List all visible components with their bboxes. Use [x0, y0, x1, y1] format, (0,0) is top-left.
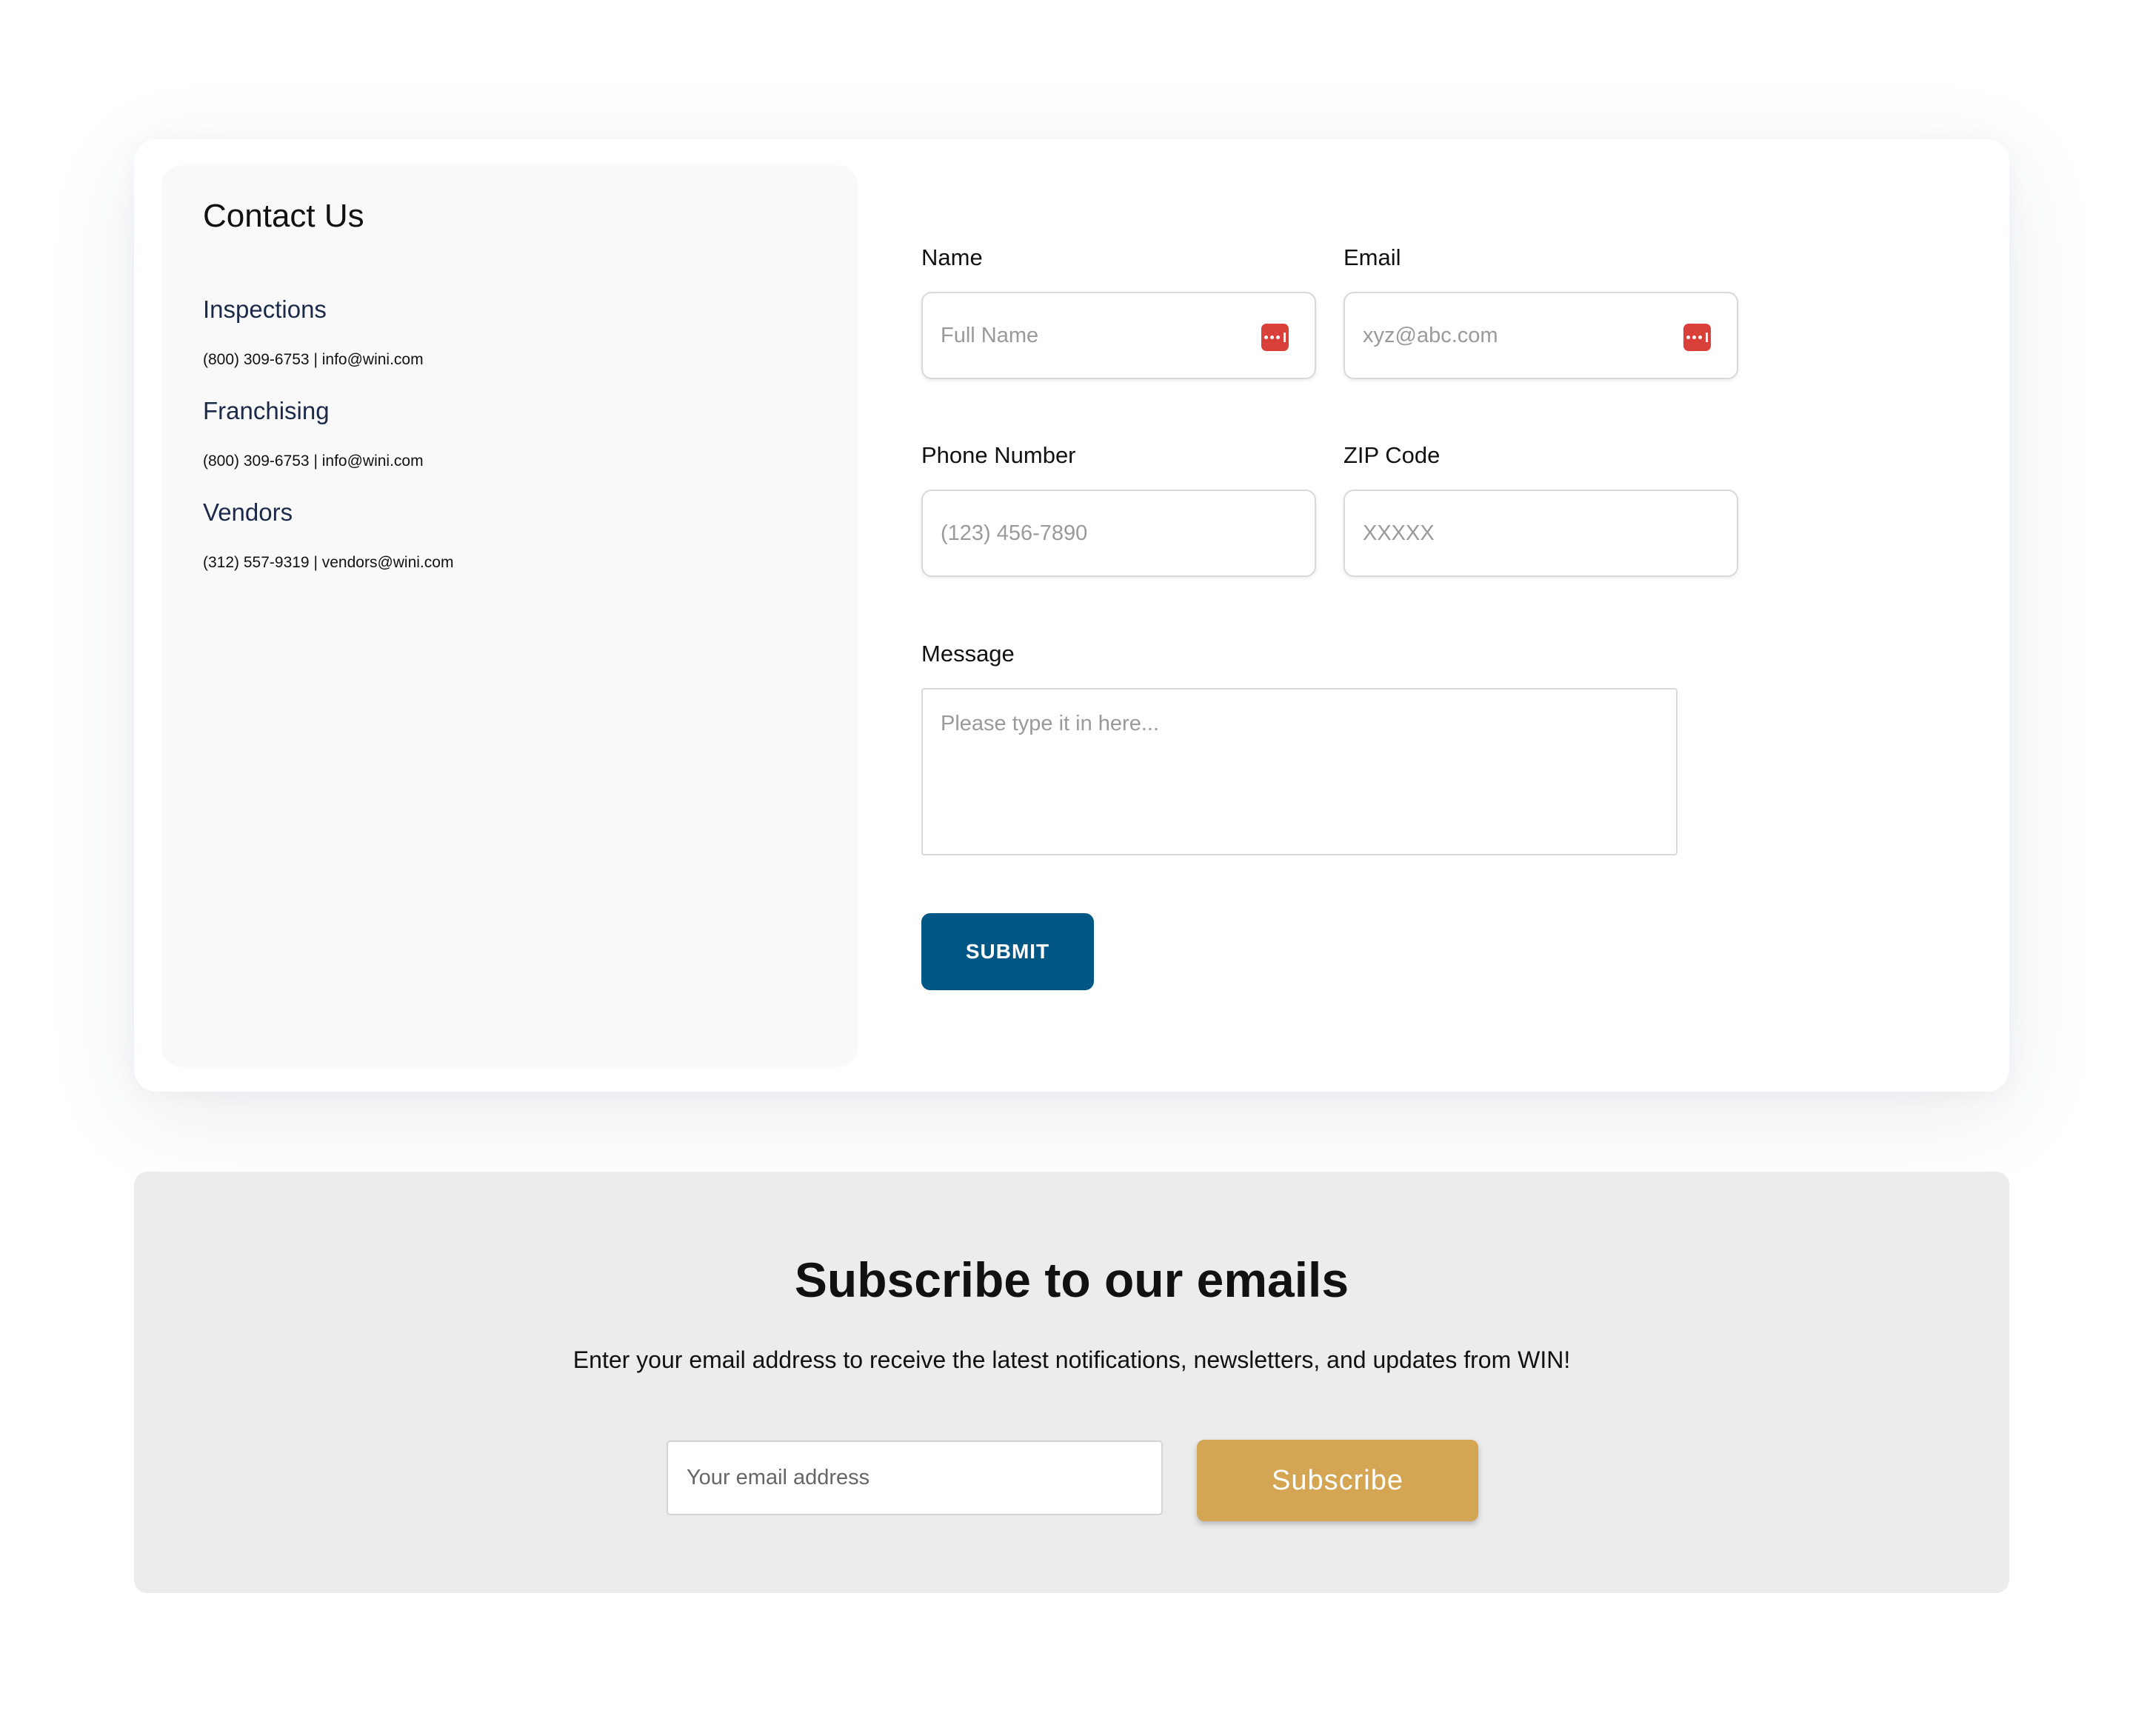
- contact-title: Contact Us: [203, 198, 364, 234]
- name-input[interactable]: Full Name: [921, 292, 1316, 379]
- phone-label: Phone Number: [921, 442, 1076, 468]
- phone-input-placeholder: (123) 456-7890: [941, 521, 1088, 545]
- subscribe-description: Enter your email address to receive the …: [573, 1346, 1571, 1373]
- subscribe-title: Subscribe to our emails: [794, 1252, 1349, 1307]
- contact-card: Contact Us Inspections (800) 309-6753 | …: [134, 139, 2009, 1092]
- contact-group-title-vendors: Vendors: [203, 498, 293, 526]
- subscribe-email-input[interactable]: Your email address: [667, 1440, 1163, 1515]
- contact-group-title-inspections: Inspections: [203, 296, 327, 323]
- subscribe-section: Subscribe to our emails Enter your email…: [134, 1172, 2009, 1593]
- contact-group-detail-vendors: (312) 557-9319 | vendors@wini.com: [203, 554, 454, 571]
- password-manager-icon[interactable]: [1683, 324, 1711, 351]
- email-input[interactable]: xyz@abc.com: [1343, 292, 1738, 379]
- phone-input[interactable]: (123) 456-7890: [921, 490, 1316, 577]
- zip-input[interactable]: XXXXX: [1343, 490, 1738, 577]
- contact-group-title-franchising: Franchising: [203, 397, 330, 424]
- email-label: Email: [1343, 244, 1401, 270]
- name-input-placeholder: Full Name: [941, 323, 1039, 347]
- password-manager-icon[interactable]: [1261, 324, 1289, 351]
- subscribe-email-placeholder: Your email address: [687, 1466, 870, 1489]
- zip-input-placeholder: XXXXX: [1363, 521, 1435, 545]
- email-input-placeholder: xyz@abc.com: [1363, 323, 1498, 347]
- zip-label: ZIP Code: [1343, 442, 1441, 468]
- message-textarea-placeholder: Please type it in here...: [941, 712, 1159, 735]
- submit-button[interactable]: SUBMIT: [921, 913, 1094, 990]
- subscribe-button[interactable]: Subscribe: [1197, 1440, 1478, 1521]
- contact-info-panel: Contact Us Inspections (800) 309-6753 | …: [161, 165, 858, 1067]
- message-textarea[interactable]: Please type it in here...: [921, 688, 1678, 855]
- contact-group-detail-franchising: (800) 309-6753 | info@wini.com: [203, 453, 424, 470]
- message-label: Message: [921, 641, 1015, 667]
- name-label: Name: [921, 244, 983, 270]
- contact-group-detail-inspections: (800) 309-6753 | info@wini.com: [203, 351, 424, 368]
